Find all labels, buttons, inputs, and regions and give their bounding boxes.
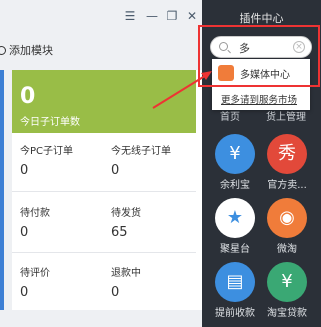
main-panel: ☰ — ❐ ✕ 添加模块 0 今日子订单数 今PC子订单 0 今无线子订单 0 … [0, 0, 202, 327]
multimedia-icon [218, 65, 234, 81]
app-label: 官方卖... [267, 180, 307, 191]
service-market-link[interactable]: 更多请到服务市场 [221, 92, 297, 106]
side-accent [0, 70, 4, 310]
row-divider [12, 191, 196, 192]
sidebar-title: 插件中心 [239, 12, 284, 25]
clear-icon[interactable]: × [293, 41, 305, 53]
stat-value[interactable]: 65 [111, 225, 128, 240]
app-label: 提前收款 [215, 308, 255, 319]
star-icon: ★ [226, 207, 244, 228]
add-circle-icon [0, 46, 6, 55]
close-icon[interactable]: ✕ [184, 8, 200, 24]
suggestion-item[interactable]: 多媒体中心 [212, 59, 310, 87]
app-taobao-loan[interactable]: ¥ [267, 262, 307, 302]
suggestion-label: 多媒体中心 [240, 70, 290, 81]
partial-app-label: 货上管理 [266, 112, 306, 123]
stat-label: 今PC子订单 [20, 146, 74, 157]
show-icon: 秀 [278, 143, 296, 164]
add-module-button[interactable]: 添加模块 [0, 40, 53, 62]
app-weitao[interactable]: ◉ [267, 198, 307, 238]
loan-icon: ¥ [281, 271, 293, 292]
broadcast-icon: ◉ [279, 207, 295, 228]
stat-label: 待评价 [20, 268, 50, 279]
payment-icon: ▤ [226, 271, 244, 292]
stat-value[interactable]: 0 [111, 163, 119, 178]
summary-label: 今日子订单数 [20, 117, 80, 128]
restore-icon[interactable]: ❐ [164, 8, 180, 24]
plugin-search-input[interactable]: 多 × [210, 36, 312, 58]
search-icon [219, 42, 228, 51]
stat-value[interactable]: 0 [20, 285, 28, 300]
yuebao-icon: ¥ [229, 143, 241, 164]
add-module-label: 添加模块 [9, 44, 53, 57]
app-official-show[interactable]: 秀 [267, 134, 307, 174]
stat-value[interactable]: 0 [111, 285, 119, 300]
stat-label: 退款中 [111, 268, 141, 279]
stat-value[interactable]: 0 [20, 163, 28, 178]
search-value: 多 [239, 42, 250, 55]
app-label: 微淘 [277, 244, 297, 255]
app-yuebao[interactable]: ¥ [215, 134, 255, 174]
stat-label: 待付款 [20, 208, 50, 219]
app-juxingtai[interactable]: ★ [215, 198, 255, 238]
partial-app-label: 首页 [220, 112, 240, 123]
app-label: 聚星台 [220, 244, 250, 255]
title-bar: ☰ — ❐ ✕ [0, 0, 202, 32]
app-label: 余利宝 [220, 180, 250, 191]
stat-value[interactable]: 0 [20, 225, 28, 240]
stat-label: 待发货 [111, 208, 141, 219]
menu-icon[interactable]: ☰ [122, 8, 138, 24]
app-label: 淘宝贷款 [267, 308, 307, 319]
stat-label: 今无线子订单 [111, 146, 171, 157]
app-early-payment[interactable]: ▤ [215, 262, 255, 302]
summary-value: 0 [20, 84, 36, 109]
minimize-icon[interactable]: — [144, 8, 160, 24]
row-divider [12, 252, 196, 253]
search-dropdown: 多媒体中心 更多请到服务市场 [212, 59, 310, 110]
